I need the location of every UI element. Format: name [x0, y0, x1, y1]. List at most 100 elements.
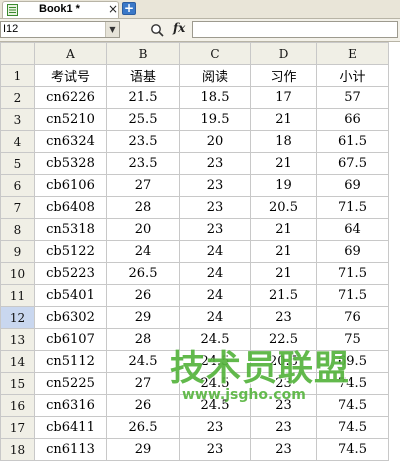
cell-d6[interactable]: 19	[250, 174, 317, 197]
cell-a13[interactable]: cb6107	[34, 328, 107, 351]
cell-c11[interactable]: 24	[179, 284, 251, 307]
row-header[interactable]: 13	[0, 328, 35, 351]
cell-a3[interactable]: cn5210	[34, 108, 107, 131]
new-tab-button[interactable]: +	[122, 2, 136, 15]
cell-e12[interactable]: 76	[316, 306, 389, 329]
workbook-tab[interactable]: Book1 * ×	[2, 1, 119, 18]
cell-a4[interactable]: cn6324	[34, 130, 107, 153]
cell-c15[interactable]: 24.5	[179, 372, 251, 395]
cell-c10[interactable]: 24	[179, 262, 251, 285]
row-header[interactable]: 5	[0, 152, 35, 175]
cell-b15[interactable]: 27	[106, 372, 180, 395]
cell-e18[interactable]: 74.5	[316, 438, 389, 461]
cell-b10[interactable]: 26.5	[106, 262, 180, 285]
cell-e9[interactable]: 69	[316, 240, 389, 263]
cell-a6[interactable]: cb6106	[34, 174, 107, 197]
row-header[interactable]: 16	[0, 394, 35, 417]
cell-b13[interactable]: 28	[106, 328, 180, 351]
cell-a8[interactable]: cn5318	[34, 218, 107, 241]
cell-e16[interactable]: 74.5	[316, 394, 389, 417]
cell-d1[interactable]: 习作	[250, 64, 317, 87]
cell-b3[interactable]: 25.5	[106, 108, 180, 131]
cell-b2[interactable]: 21.5	[106, 86, 180, 109]
cell-c17[interactable]: 23	[179, 416, 251, 439]
cell-e13[interactable]: 75	[316, 328, 389, 351]
cell-a7[interactable]: cb6408	[34, 196, 107, 219]
row-header[interactable]: 3	[0, 108, 35, 131]
zoom-search-icon[interactable]	[150, 23, 164, 37]
column-header-d[interactable]: D	[250, 42, 317, 65]
cell-c18[interactable]: 23	[179, 438, 251, 461]
cell-b14[interactable]: 24.5	[106, 350, 180, 373]
cell-c7[interactable]: 23	[179, 196, 251, 219]
cell-d14[interactable]: 20.5	[250, 350, 317, 373]
cell-d16[interactable]: 23	[250, 394, 317, 417]
cell-c14[interactable]: 24.5	[179, 350, 251, 373]
cell-a14[interactable]: cn5112	[34, 350, 107, 373]
select-all-corner[interactable]	[0, 42, 35, 65]
cell-e8[interactable]: 64	[316, 218, 389, 241]
cell-a16[interactable]: cn6316	[34, 394, 107, 417]
cell-d5[interactable]: 21	[250, 152, 317, 175]
cell-d15[interactable]: 23	[250, 372, 317, 395]
cell-a10[interactable]: cb5223	[34, 262, 107, 285]
row-header[interactable]: 10	[0, 262, 35, 285]
cell-e4[interactable]: 61.5	[316, 130, 389, 153]
cell-a5[interactable]: cb5328	[34, 152, 107, 175]
cell-b18[interactable]: 29	[106, 438, 180, 461]
row-header[interactable]: 12	[0, 306, 35, 329]
row-header[interactable]: 15	[0, 372, 35, 395]
cell-d7[interactable]: 20.5	[250, 196, 317, 219]
row-header[interactable]: 8	[0, 218, 35, 241]
row-header[interactable]: 9	[0, 240, 35, 263]
row-header[interactable]: 2	[0, 86, 35, 109]
cell-d2[interactable]: 17	[250, 86, 317, 109]
cell-d13[interactable]: 22.5	[250, 328, 317, 351]
cell-c3[interactable]: 19.5	[179, 108, 251, 131]
cell-a2[interactable]: cn6226	[34, 86, 107, 109]
row-header[interactable]: 14	[0, 350, 35, 373]
cell-d11[interactable]: 21.5	[250, 284, 317, 307]
cell-c4[interactable]: 20	[179, 130, 251, 153]
name-box[interactable]: I12 ▼	[0, 21, 120, 38]
cell-e2[interactable]: 57	[316, 86, 389, 109]
cell-a15[interactable]: cn5225	[34, 372, 107, 395]
cell-b8[interactable]: 20	[106, 218, 180, 241]
row-header[interactable]: 11	[0, 284, 35, 307]
cell-c8[interactable]: 23	[179, 218, 251, 241]
cell-d4[interactable]: 18	[250, 130, 317, 153]
cell-e7[interactable]: 71.5	[316, 196, 389, 219]
cell-e11[interactable]: 71.5	[316, 284, 389, 307]
row-header[interactable]: 7	[0, 196, 35, 219]
cell-a18[interactable]: cn6113	[34, 438, 107, 461]
row-header[interactable]: 4	[0, 130, 35, 153]
close-tab-icon[interactable]: ×	[108, 2, 118, 16]
cell-d17[interactable]: 23	[250, 416, 317, 439]
row-header[interactable]: 6	[0, 174, 35, 197]
cell-e15[interactable]: 74.5	[316, 372, 389, 395]
formula-input[interactable]	[192, 21, 398, 38]
cell-c12[interactable]: 24	[179, 306, 251, 329]
cell-b4[interactable]: 23.5	[106, 130, 180, 153]
cell-a1[interactable]: 考试号	[34, 64, 107, 87]
cell-e3[interactable]: 66	[316, 108, 389, 131]
column-header-c[interactable]: C	[179, 42, 251, 65]
cell-c9[interactable]: 24	[179, 240, 251, 263]
column-header-e[interactable]: E	[316, 42, 389, 65]
cell-c6[interactable]: 23	[179, 174, 251, 197]
cell-e5[interactable]: 67.5	[316, 152, 389, 175]
cell-b16[interactable]: 26	[106, 394, 180, 417]
cell-e6[interactable]: 69	[316, 174, 389, 197]
cell-a11[interactable]: cb5401	[34, 284, 107, 307]
cell-a17[interactable]: cb6411	[34, 416, 107, 439]
cell-c13[interactable]: 24.5	[179, 328, 251, 351]
cell-e17[interactable]: 74.5	[316, 416, 389, 439]
cell-d12[interactable]: 23	[250, 306, 317, 329]
cell-d9[interactable]: 21	[250, 240, 317, 263]
row-header[interactable]: 1	[0, 64, 35, 87]
cell-c2[interactable]: 18.5	[179, 86, 251, 109]
cell-a12[interactable]: cb6302	[34, 306, 107, 329]
row-header[interactable]: 17	[0, 416, 35, 439]
insert-function-icon[interactable]: fx	[173, 21, 185, 35]
cell-b12[interactable]: 29	[106, 306, 180, 329]
